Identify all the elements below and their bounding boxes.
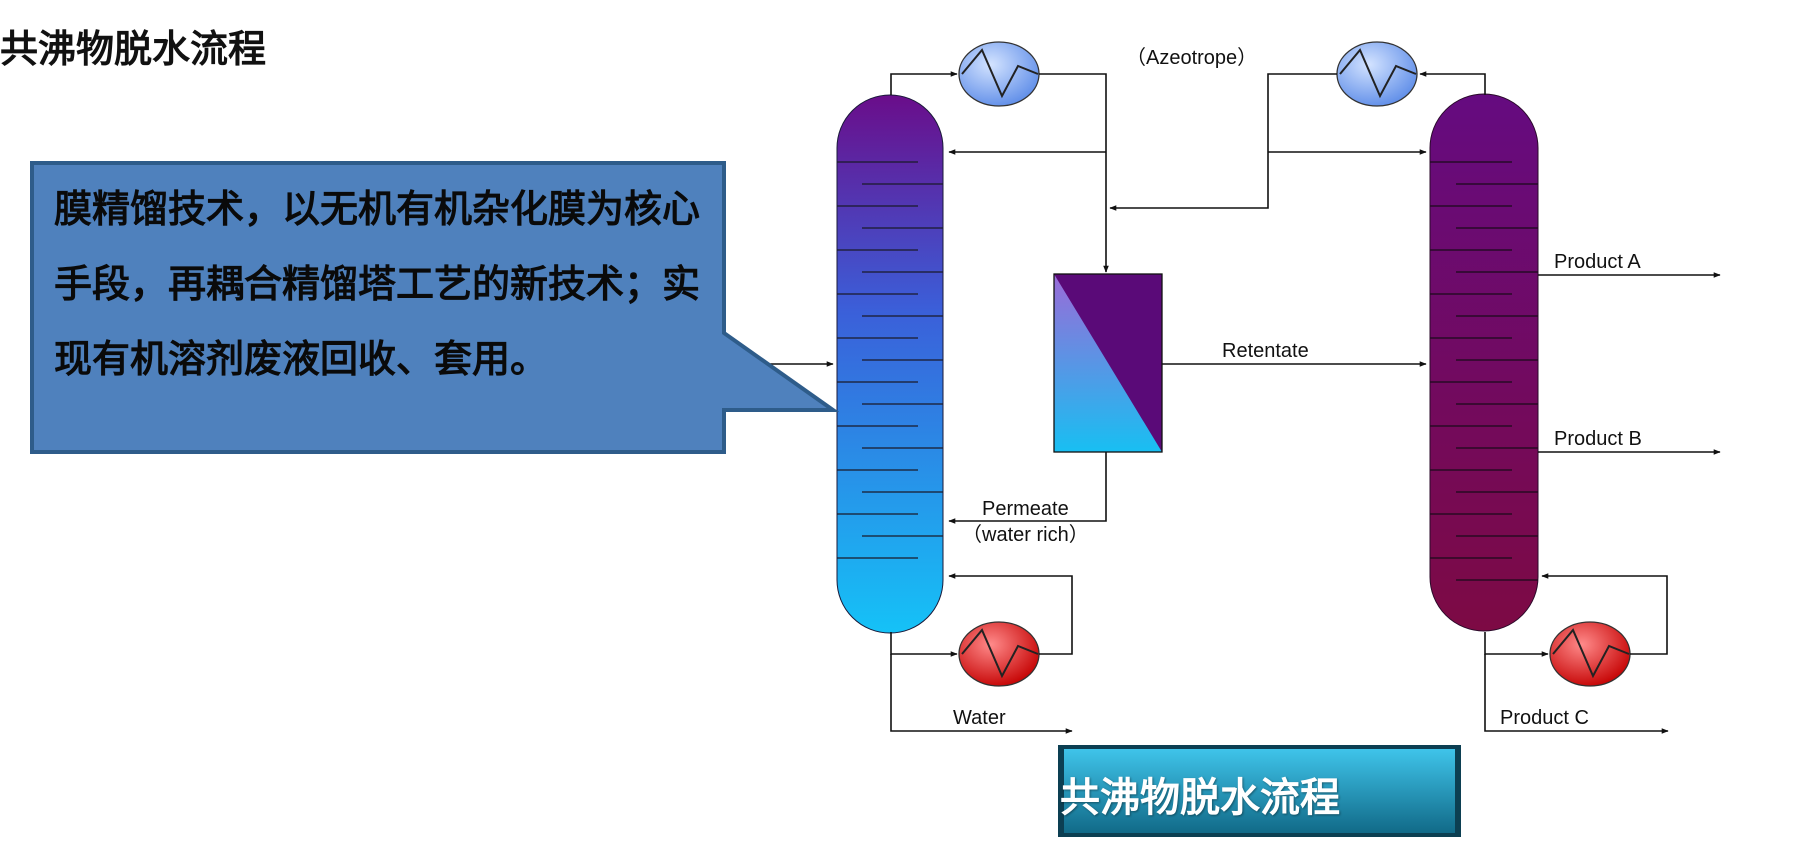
label-product-a: Product A	[1554, 251, 1641, 273]
caption-title: 共沸物脱水流程	[1060, 775, 1340, 821]
condenser-right-icon	[1336, 41, 1418, 107]
membrane-module-icon	[1053, 273, 1163, 453]
label-retentate: Retentate	[1222, 340, 1309, 362]
label-product-c: Product C	[1500, 707, 1589, 729]
label-product-b: Product B	[1554, 428, 1642, 450]
right-distillation-column	[1429, 93, 1539, 632]
callout-text: 膜精馏技术，以无机有机杂化膜为核心手段，再耦合精馏塔工艺的新技术；实现有机溶剂废…	[54, 187, 701, 381]
label-water: Water	[953, 707, 1006, 729]
reboiler-right-icon	[1549, 621, 1631, 687]
label-permeate: Permeate	[982, 498, 1069, 520]
label-azeotrope: （Azeotrope）	[1126, 46, 1257, 69]
reboiler-left-icon	[958, 621, 1040, 687]
condenser-left-icon	[958, 41, 1040, 107]
left-distillation-column	[836, 94, 944, 634]
label-water-rich: （water rich）	[962, 523, 1089, 546]
